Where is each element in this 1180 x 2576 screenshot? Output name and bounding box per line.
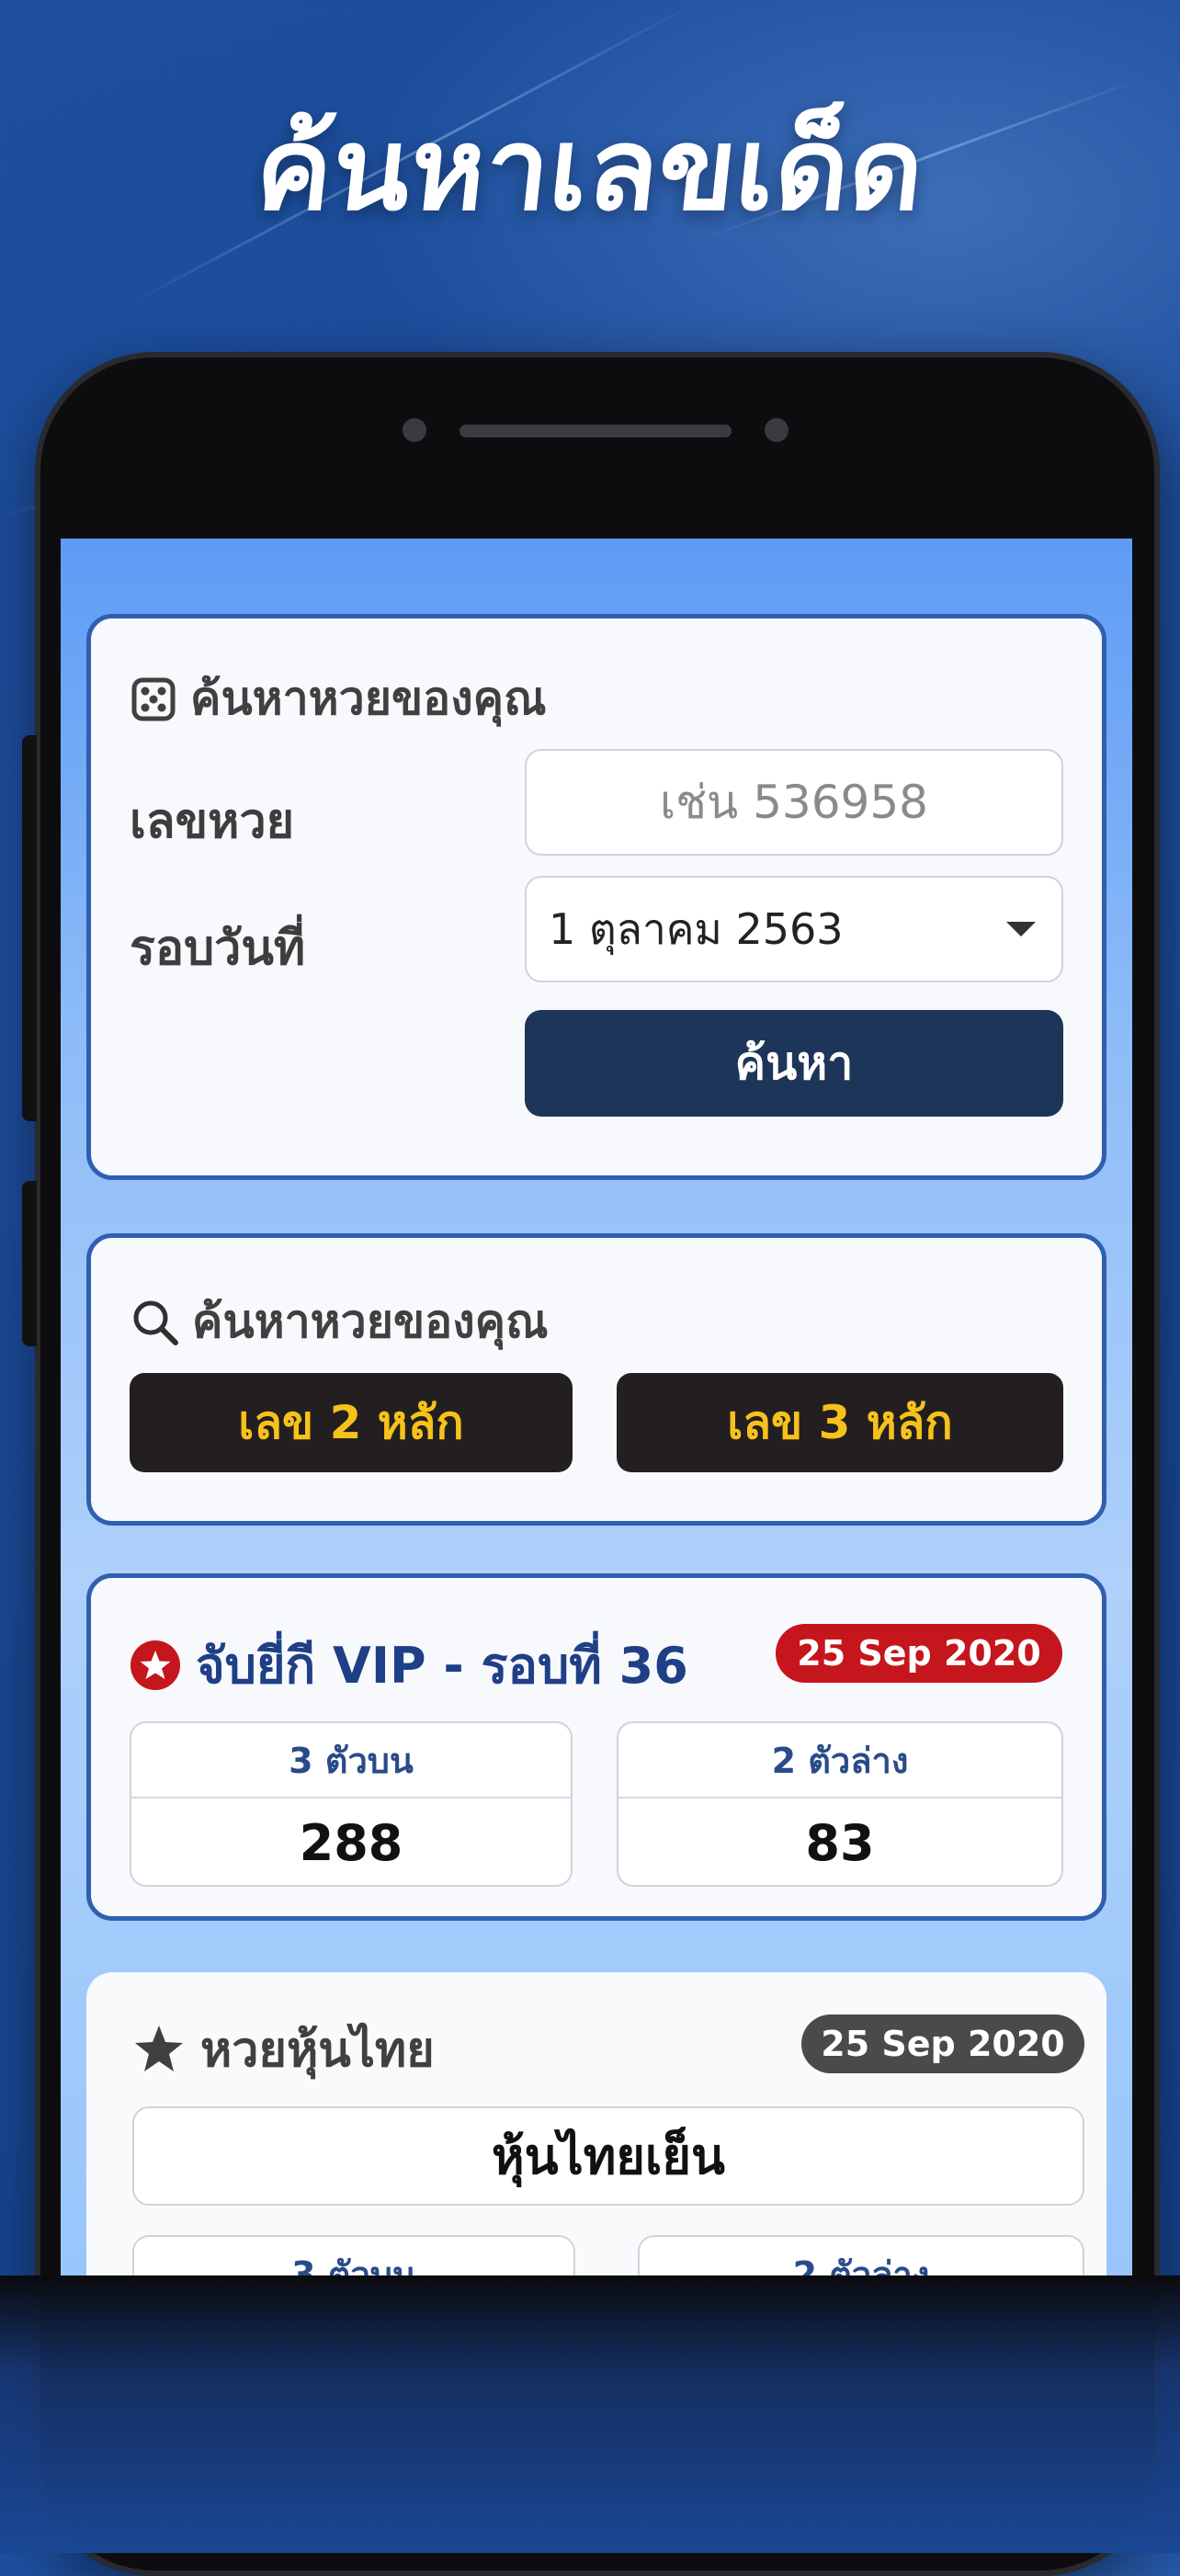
dice-icon [130,675,177,723]
vip-card-title-text: จับยี่กี VIP - รอบที่ 36 [196,1637,688,1695]
search-icon [130,1297,181,1348]
digits-search-card: ค้นหาหวยของคุณ เลข 2 หลัก เลข 3 หลัก [86,1233,1106,1526]
thai-stock-card[interactable]: หวยหุ้นไทย 25 Sep 2020 หุ้นไทยเย็น 3 ตัว… [86,1972,1106,2275]
result-value: 83 [805,1813,875,1872]
search-card-title: ค้นหาหวยของคุณ [130,663,546,735]
vip-result-three-top: 3 ตัวบน 288 [130,1721,573,1887]
round-date-select[interactable]: 1 ตุลาคม 2563 [525,876,1063,982]
chevron-down-icon [1006,922,1036,936]
page-headline: ค้นหาเลขเด็ด [249,104,931,236]
phone-bottom-fade [0,2275,1180,2553]
round-date-label: รอบวันที่ [130,921,306,976]
search-card-title-text: ค้นหาหวยของคุณ [190,672,547,725]
digits-card-title: ค้นหาหวยของคุณ [130,1286,548,1358]
app-screen: ค้นหาหวยของคุณ เลขหวย เช่น 536958 รอบวัน… [61,539,1132,2275]
thai-stock-result-two-bottom: 2 ตัวล่าง [638,2235,1084,2275]
lottery-number-label: เลขหวย [130,794,295,849]
thai-stock-result-three-top: 3 ตัวบน [132,2235,575,2275]
result-label: 3 ตัวบน [131,1723,571,1799]
phone-sensor-dot [765,418,789,442]
thai-stock-title: หวยหุ้นไทย [132,2011,435,2087]
lottery-number-placeholder: เช่น 536958 [660,775,928,829]
lottery-number-input[interactable]: เช่น 536958 [525,749,1063,856]
phone-side-button [22,735,37,1121]
phone-side-button [22,1181,37,1346]
thai-stock-subtitle-box: หุ้นไทยเย็น [132,2106,1084,2206]
vip-result-card[interactable]: จับยี่กี VIP - รอบที่ 36 25 Sep 2020 3 ต… [86,1573,1106,1921]
result-label: 3 ตัวบน [134,2237,573,2276]
three-digit-button[interactable]: เลข 3 หลัก [617,1373,1063,1472]
vip-result-two-bottom: 2 ตัวล่าง 83 [617,1721,1063,1887]
thai-stock-date-badge: 25 Sep 2020 [801,2014,1084,2073]
digits-card-title-text: ค้นหาหวยของคุณ [192,1295,549,1348]
star-icon [132,2023,186,2076]
round-date-value: 1 ตุลาคม 2563 [549,903,844,954]
thai-stock-title-text: หวยหุ้นไทย [200,2023,435,2078]
search-button[interactable]: ค้นหา [525,1010,1063,1117]
thai-stock-subtitle: หุ้นไทยเย็น [492,2128,725,2185]
result-label: 2 ตัวล่าง [640,2237,1083,2276]
phone-speaker [460,425,732,437]
vip-date-badge: 25 Sep 2020 [776,1624,1062,1683]
two-digit-button[interactable]: เลข 2 หลัก [130,1373,573,1472]
phone-camera-dot [403,418,426,442]
result-value: 288 [299,1813,403,1872]
search-card: ค้นหาหวยของคุณ เลขหวย เช่น 536958 รอบวัน… [86,614,1106,1180]
result-label: 2 ตัวล่าง [618,1723,1061,1799]
vip-card-title: จับยี่กี VIP - รอบที่ 36 [130,1626,688,1705]
star-circle-icon [130,1640,181,1691]
